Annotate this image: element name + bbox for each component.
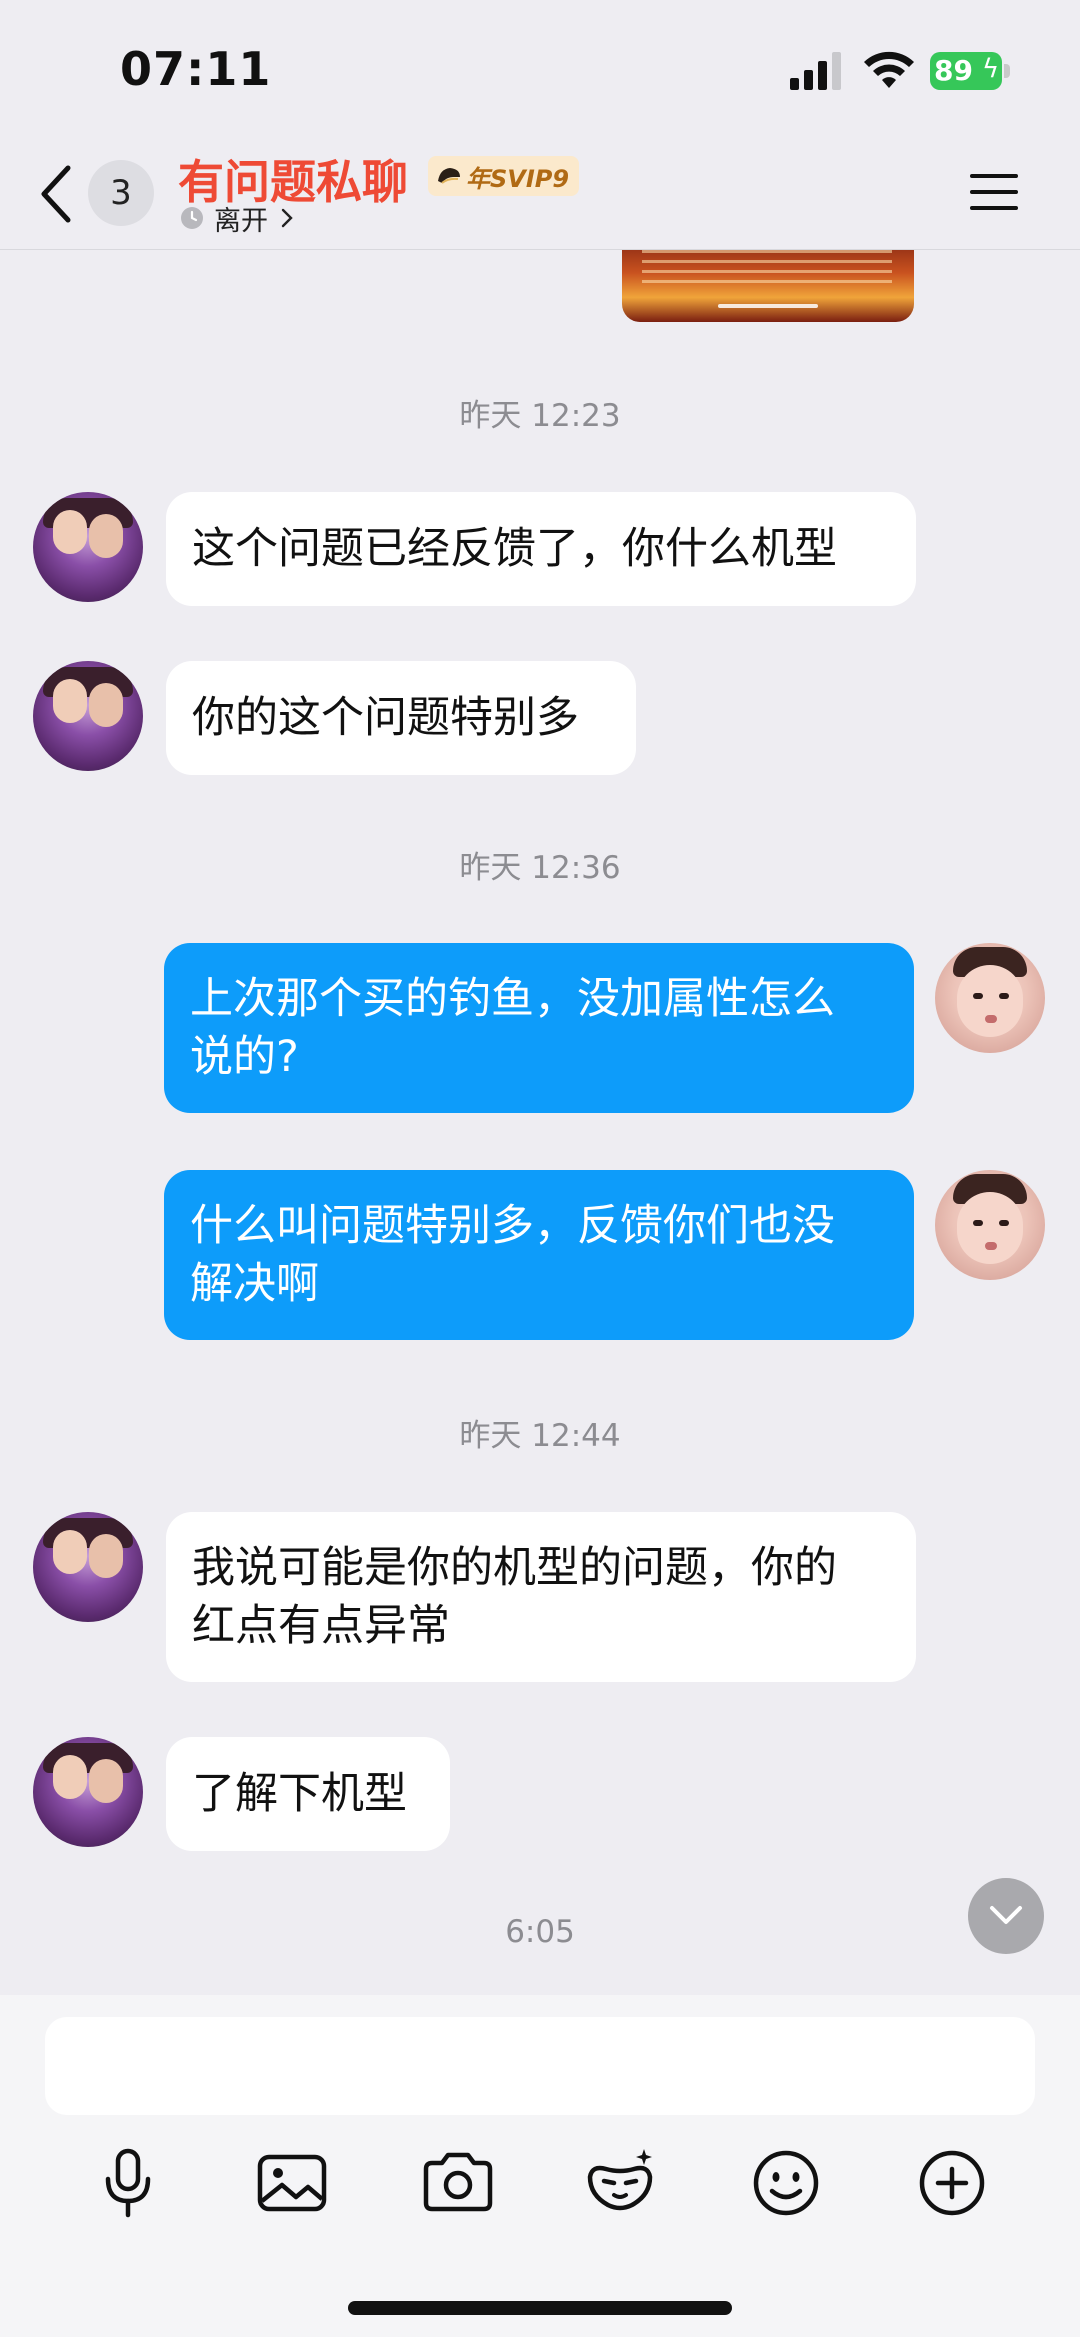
message-list[interactable]: 昨天 12:23 这个问题已经反馈了，你什么机型 你的这个问题特别多 昨天 12… bbox=[0, 250, 1080, 1995]
vip-badge[interactable]: 年SVIP9 bbox=[428, 156, 580, 196]
home-indicator bbox=[348, 2301, 732, 2315]
composer-panel bbox=[0, 1995, 1080, 2337]
message-text: 什么叫问题特别多，反馈你们也没 解决啊 bbox=[190, 1197, 835, 1313]
incoming-message-bubble[interactable]: 我说可能是你的机型的问题，你的 红点有点异常 bbox=[166, 1512, 916, 1682]
message-text: 你的这个问题特别多 bbox=[192, 693, 579, 743]
contact-avatar[interactable] bbox=[33, 1737, 143, 1847]
message-timestamp: 昨天 12:36 bbox=[459, 850, 621, 886]
message-timestamp: 6:05 bbox=[505, 1914, 575, 1950]
microphone-icon[interactable] bbox=[88, 2143, 168, 2223]
chevron-down-icon bbox=[990, 1906, 1022, 1924]
message-line: 红点有点异常 bbox=[192, 1601, 450, 1651]
message-input[interactable] bbox=[45, 2017, 1035, 2115]
message-line: 上次那个买的钓鱼，没加属性怎么 bbox=[190, 974, 835, 1024]
message-line: 什么叫问题特别多，反馈你们也没 bbox=[190, 1201, 835, 1251]
camera-icon[interactable] bbox=[418, 2143, 498, 2223]
message-timestamp: 昨天 12:44 bbox=[459, 1418, 621, 1454]
incoming-message-bubble[interactable]: 你的这个问题特别多 bbox=[166, 661, 636, 775]
shared-image-message[interactable] bbox=[622, 250, 914, 322]
my-avatar[interactable] bbox=[935, 1170, 1045, 1280]
chevron-right-icon bbox=[281, 208, 293, 228]
sticker-icon[interactable] bbox=[580, 2143, 660, 2223]
menu-icon[interactable] bbox=[968, 170, 1020, 214]
message-text: 这个问题已经反馈了，你什么机型 bbox=[192, 524, 837, 574]
contact-avatar[interactable] bbox=[33, 492, 143, 602]
vip-hat-icon bbox=[438, 168, 460, 184]
status-time: 07:11 bbox=[120, 42, 272, 96]
message-line: 我说可能是你的机型的问题，你的 bbox=[192, 1543, 837, 1593]
presence-label: 离开 bbox=[214, 205, 268, 237]
signal-icon bbox=[790, 52, 841, 90]
message-line: 说的? bbox=[190, 1032, 299, 1082]
message-text: 我说可能是你的机型的问题，你的 红点有点异常 bbox=[192, 1539, 837, 1655]
chat-header: 3 有问题私聊 年SVIP9 离开 bbox=[0, 140, 1080, 250]
scroll-to-bottom-button[interactable] bbox=[968, 1878, 1044, 1954]
battery-icon: 89 ϟ bbox=[930, 52, 1012, 90]
presence-status[interactable]: 离开 bbox=[180, 202, 294, 237]
clock-icon bbox=[181, 207, 203, 229]
back-chevron-icon[interactable] bbox=[36, 162, 76, 226]
outgoing-message-bubble[interactable]: 上次那个买的钓鱼，没加属性怎么 说的? bbox=[164, 943, 914, 1113]
message-timestamp: 昨天 12:23 bbox=[459, 398, 621, 434]
plus-icon[interactable] bbox=[912, 2143, 992, 2223]
charging-bolt-icon: ϟ bbox=[982, 54, 1000, 84]
contact-avatar[interactable] bbox=[33, 661, 143, 771]
status-bar: 07:11 89 ϟ bbox=[0, 0, 1080, 140]
message-text: 上次那个买的钓鱼，没加属性怎么 说的? bbox=[190, 970, 835, 1086]
composer-toolbar bbox=[0, 2143, 1080, 2223]
message-text: 了解下机型 bbox=[192, 1769, 407, 1819]
message-line: 解决啊 bbox=[190, 1259, 319, 1309]
outgoing-message-bubble[interactable]: 什么叫问题特别多，反馈你们也没 解决啊 bbox=[164, 1170, 914, 1340]
incoming-message-bubble[interactable]: 了解下机型 bbox=[166, 1737, 450, 1851]
emoji-icon[interactable] bbox=[746, 2143, 826, 2223]
wifi-icon bbox=[864, 51, 914, 88]
image-icon[interactable] bbox=[252, 2143, 332, 2223]
chat-screen: 07:11 89 ϟ 3 有问题私聊 年SVIP9 离开 昨天 12:23 这个… bbox=[0, 0, 1080, 2337]
vip-label: 年SVIP9 bbox=[466, 164, 570, 193]
unread-count-badge[interactable]: 3 bbox=[88, 160, 154, 226]
incoming-message-bubble[interactable]: 这个问题已经反馈了，你什么机型 bbox=[166, 492, 916, 606]
battery-level: 89 bbox=[934, 54, 973, 87]
my-avatar[interactable] bbox=[935, 943, 1045, 1053]
contact-avatar[interactable] bbox=[33, 1512, 143, 1622]
